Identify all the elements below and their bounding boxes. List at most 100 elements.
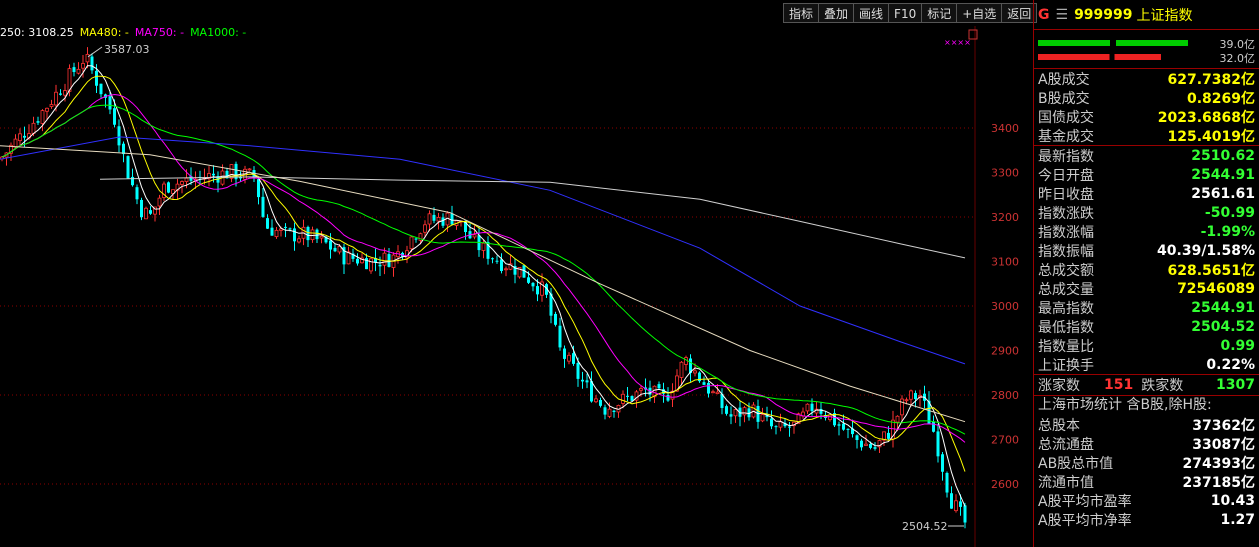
- stat-label: 最高指数: [1038, 300, 1094, 317]
- candle-body: [45, 107, 49, 112]
- candle-body: [247, 168, 252, 171]
- corner-mark: ××××: [944, 38, 971, 47]
- candle-body: [491, 258, 494, 260]
- stat-value: 40.39/1.58%: [1157, 242, 1255, 259]
- candle-body: [778, 421, 783, 428]
- candle-body: [558, 325, 562, 348]
- market-stats-title: 上海市场统计 含B股,除H股:: [1034, 395, 1259, 415]
- candle-body: [733, 409, 738, 417]
- y-tick-label: 3400: [991, 122, 1019, 135]
- candle-body: [257, 179, 260, 198]
- stat-label: 总股本: [1038, 417, 1080, 434]
- candle-body: [711, 391, 715, 394]
- prefix-badge[interactable]: G: [1038, 7, 1050, 23]
- candle-body: [135, 187, 139, 200]
- stat-value: -1.99%: [1200, 223, 1255, 240]
- candle-body: [828, 414, 832, 420]
- candle-body: [13, 138, 18, 148]
- stat-value: 2544.91: [1191, 299, 1255, 316]
- candle-body: [585, 380, 589, 383]
- candle-body: [378, 264, 382, 267]
- candle-body: [842, 423, 845, 430]
- candle-body: [855, 435, 859, 441]
- security-name: 上证指数: [1136, 7, 1193, 24]
- candle-body: [572, 353, 575, 364]
- ma-legend-item: MA750: -: [134, 26, 185, 39]
- candle-body: [864, 443, 868, 446]
- stat-value: 2561.61: [1191, 185, 1255, 202]
- toolbar-button-5[interactable]: +自选: [956, 3, 1002, 23]
- candle-body: [274, 229, 279, 238]
- candle-body: [432, 214, 436, 221]
- candle-body: [49, 104, 54, 107]
- y-tick-label: 3200: [991, 211, 1019, 224]
- candle-body: [567, 354, 571, 362]
- stat-label: 上证换手: [1038, 357, 1094, 374]
- stat-value: 274393亿: [1182, 455, 1255, 472]
- toolbar-button-6[interactable]: 返回: [1001, 3, 1038, 23]
- candle-body: [760, 414, 765, 422]
- stat-label: 指数振幅: [1038, 243, 1094, 260]
- candle-body: [657, 384, 661, 389]
- toolbar-button-3[interactable]: F10: [888, 3, 922, 23]
- stat-value: 0.8269亿: [1186, 90, 1255, 107]
- candle-body: [684, 357, 688, 365]
- candle-body: [554, 313, 557, 325]
- candle-body: [725, 406, 728, 414]
- menu-icon[interactable]: ☰: [1056, 7, 1069, 23]
- candle-body: [140, 199, 143, 218]
- toolbar-button-1[interactable]: 叠加: [818, 3, 854, 23]
- candle-body: [76, 68, 81, 74]
- stat-row: B股成交 0.8269亿: [1034, 88, 1259, 107]
- candle-body: [810, 403, 814, 411]
- candle-body: [346, 251, 351, 265]
- toolbar-button-4[interactable]: 标记: [921, 3, 957, 23]
- candle-body: [382, 252, 387, 266]
- candle-body: [40, 110, 45, 124]
- security-code: 999999: [1074, 6, 1133, 23]
- candle-body: [581, 379, 584, 382]
- candle-body: [131, 176, 134, 186]
- toolbar-button-2[interactable]: 画线: [853, 3, 889, 23]
- candle-body: [805, 403, 810, 412]
- advance-count: 151: [1104, 377, 1134, 393]
- candle-body: [607, 408, 612, 417]
- kline-chart[interactable]: 3400 3300 3200 3100 3000 2900 2800 2700 2600 3587…: [0, 0, 1033, 547]
- stat-row: 最高指数 2544.91: [1034, 298, 1259, 317]
- toolbar-button-0[interactable]: 指标: [783, 3, 819, 23]
- panel-header: G ☰ 999999 上证指数: [1034, 0, 1259, 30]
- candle-body: [603, 407, 607, 415]
- candle-body: [963, 505, 967, 523]
- sell-volume-row: 32.0亿: [1034, 50, 1259, 65]
- candle-body: [117, 126, 121, 146]
- candle-body: [936, 431, 940, 457]
- candle-body: [472, 234, 477, 238]
- candle-body: [59, 93, 62, 95]
- y-tick-label: 3000: [991, 300, 1019, 313]
- candle-body: [95, 70, 98, 86]
- stat-row: A股平均市盈率 10.43: [1034, 491, 1259, 510]
- low-price-label: 2504.52: [902, 520, 948, 533]
- candle-body: [904, 399, 909, 402]
- stat-value: 2023.6868亿: [1157, 109, 1255, 126]
- candle-body: [18, 133, 22, 142]
- candle-body: [108, 96, 112, 110]
- y-tick-label: 2800: [991, 389, 1019, 402]
- candle-body: [774, 426, 778, 428]
- candle-body: [266, 218, 269, 229]
- candle-body: [869, 443, 872, 448]
- candle-body: [99, 83, 103, 95]
- candle-body: [261, 196, 265, 217]
- stat-value: 72546089: [1177, 280, 1255, 297]
- stat-label: 国债成交: [1038, 109, 1094, 126]
- candle-body: [500, 259, 503, 272]
- candle-body: [36, 121, 40, 123]
- kline-chart-area[interactable]: 3400 3300 3200 3100 3000 2900 2800 2700 2600 3587…: [0, 0, 1038, 547]
- stat-row: 总成交额 628.5651亿: [1034, 260, 1259, 279]
- ma-line-mid: [0, 145, 966, 423]
- ma-line-20: [1, 93, 966, 443]
- candle-body: [837, 424, 841, 426]
- decline-label: 跌家数: [1141, 378, 1184, 394]
- ma-legend-item: 250: 3108.25: [0, 26, 74, 39]
- stat-row: 指数振幅 40.39/1.58%: [1034, 241, 1259, 260]
